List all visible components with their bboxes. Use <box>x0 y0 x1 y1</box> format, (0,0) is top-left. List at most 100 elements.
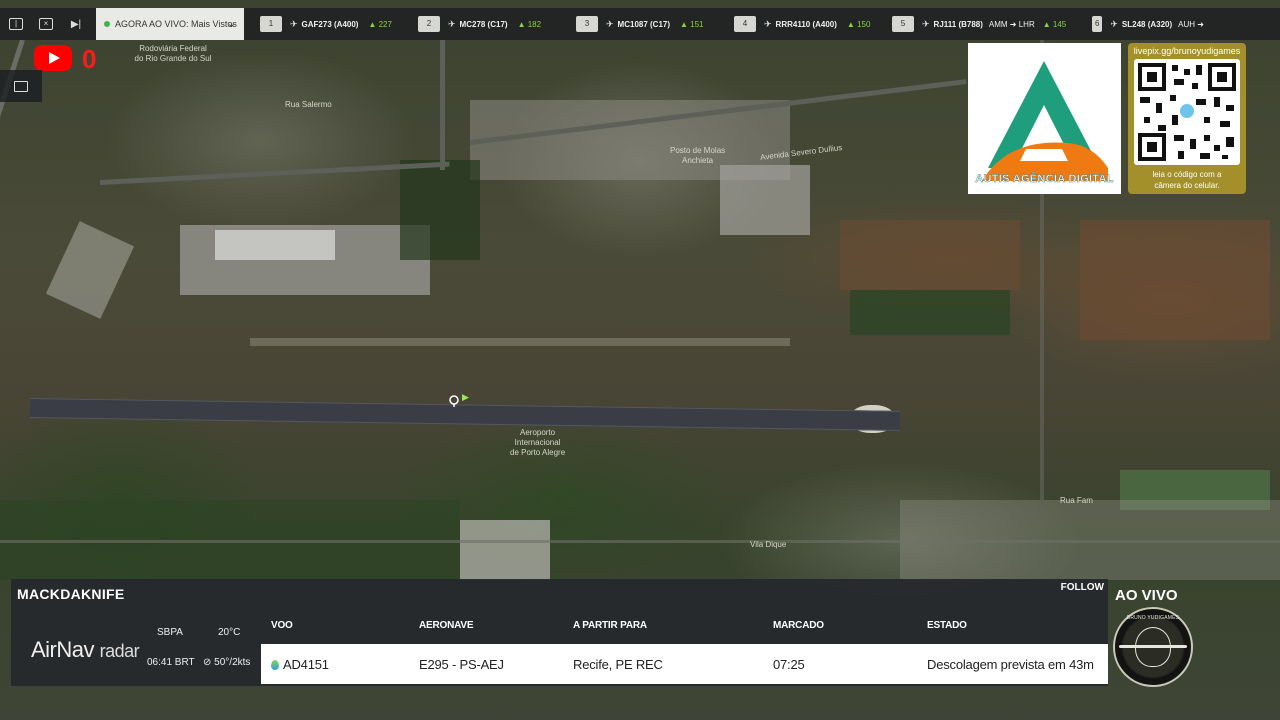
green-patch <box>850 290 1010 335</box>
top-bar: | × ▶| AGORA AO VIVO: Mais Vistos ⌄ 1 ✈ … <box>0 8 1280 40</box>
header-voo: VOO <box>271 620 293 631</box>
flight-rank: 3 <box>576 16 598 32</box>
flight-item[interactable]: 4 ✈ RRR4110 (A400) ▲ 150 <box>734 8 876 40</box>
subscriber-counter: 0 <box>82 44 97 74</box>
badge-wing-icon <box>1119 645 1187 648</box>
aircraft-icon: ✈ <box>1110 18 1118 29</box>
cell-estado: Descolagem prevista em 43m <box>927 657 1094 672</box>
flight-code: GAF273 (A400) <box>301 19 359 29</box>
agency-name: AUTIS AGÊNCIA DIGITAL <box>975 173 1114 185</box>
qr-caption: leia o código com a câmera do celular. <box>1152 170 1222 190</box>
brand-main: AirNav <box>31 637 95 662</box>
chevron-down-icon: ⌄ <box>226 18 236 30</box>
mode-dropdown-label: AGORA AO VIVO: Mais Vistos <box>115 19 237 29</box>
flight-item[interactable]: 5 ✈ RJ111 (B788) AMM ➜ LHR ▲ 145 <box>892 8 1092 40</box>
hangar <box>460 520 550 580</box>
flight-code: RJ111 (B788) <box>933 19 983 29</box>
local-time: 06:41 BRT <box>147 657 195 668</box>
bus-terminal <box>45 221 135 319</box>
road-west <box>99 161 450 185</box>
map-label-posto: Posto de Molas Anchieta <box>670 146 726 165</box>
map-label-rodoviaria: Rodoviária Federal do Rio Grande do Sul <box>134 44 212 63</box>
mode-dropdown[interactable]: AGORA AO VIVO: Mais Vistos ⌄ <box>96 8 244 40</box>
flight-route: AUH ➜ <box>1178 19 1204 29</box>
flight-pin-icon <box>271 660 279 670</box>
flight-route: AMM ➜ LHR <box>988 19 1035 29</box>
dirt-field <box>840 220 1020 290</box>
flight-table: VOO AERONAVE A PARTIR PARA MARCADO ESTAD… <box>261 612 1108 686</box>
aircraft-icon: ✈ <box>922 18 930 29</box>
aircraft-icon: ✈ <box>606 18 614 29</box>
flight-item[interactable]: 2 ✈ MC278 (C17) ▲ 182 <box>418 8 560 40</box>
sidebar-collapse-icon: | <box>9 18 23 30</box>
road-south <box>0 540 1280 543</box>
follow-button[interactable]: FOLLOW <box>1061 582 1104 593</box>
close-panel-button[interactable]: × <box>32 8 60 40</box>
agency-logo: AUTIS AGÊNCIA DIGITAL <box>968 43 1121 194</box>
temperature: 20°C <box>218 627 241 638</box>
viewers-count: ▲ 145 <box>1042 19 1067 29</box>
dirt-field-east <box>1080 220 1270 340</box>
flight-rank: 2 <box>418 16 440 32</box>
close-icon: × <box>39 18 53 30</box>
aircraft-icon: ✈ <box>290 18 298 29</box>
live-dot-icon <box>104 21 110 27</box>
live-label: AO VIVO <box>1115 587 1178 604</box>
map-label-vila-dique: Vila Dique <box>750 540 787 549</box>
brand-sub: radar <box>99 641 140 661</box>
aircraft-icon: ✈ <box>764 18 772 29</box>
cell-voo: AD4151 <box>271 657 329 672</box>
aircraft-icon: ✈ <box>448 18 456 29</box>
header-aeronave: AERONAVE <box>419 620 474 631</box>
flight-code: RRR4110 (A400) <box>775 19 837 29</box>
map-label-rua-salermo: Rua Salermo <box>285 100 332 109</box>
taxiway <box>250 338 790 346</box>
flight-item[interactable]: 6 ✈ SL248 (A320) AUH ➜ <box>1092 8 1212 40</box>
collapse-button[interactable]: | <box>2 8 30 40</box>
flight-rank: 4 <box>734 16 756 32</box>
terminal-roof <box>215 230 335 260</box>
flight-code: MC278 (C17) <box>459 19 508 29</box>
map-label-rua-fam: Rua Fam <box>1060 496 1093 505</box>
wind-icon: ⊘ <box>203 657 212 668</box>
skip-next-icon: ▶| <box>70 18 82 30</box>
qr-code-panel: livepix.gg/brunoyudigames leia o código … <box>1128 43 1246 194</box>
channel-badge: BRUNO YUDIGAMES <box>1113 607 1193 687</box>
next-button[interactable]: ▶| <box>62 8 90 40</box>
road-ns <box>440 40 445 170</box>
callsign: MACKDAKNIFE <box>17 586 125 602</box>
badge-text: BRUNO YUDIGAMES <box>1126 615 1180 621</box>
wind: ⊘ 50°/2kts <box>203 657 251 668</box>
flight-info-panel: MACKDAKNIFE FOLLOW AirNav radar SBPA 06:… <box>11 579 1108 686</box>
warehouse <box>720 165 810 235</box>
flight-rank: 1 <box>260 16 282 32</box>
viewers-count: ▲ 150 <box>846 19 871 29</box>
list-icon <box>14 80 28 92</box>
qr-code-icon <box>1134 59 1240 165</box>
side-panel-button[interactable] <box>0 70 42 102</box>
youtube-icon <box>34 45 72 71</box>
viewers-count: ▲ 227 <box>368 19 392 29</box>
a-logo-icon <box>982 61 1108 181</box>
flight-item[interactable]: 1 ✈ GAF273 (A400) ▲ 227 <box>260 8 402 40</box>
flight-item[interactable]: 3 ✈ MC1087 (C17) ▲ 151 <box>576 8 718 40</box>
map-label-airport: Aeroporto Internacional de Porto Alegre <box>510 428 566 457</box>
cell-aeronave: E295 - PS-AEJ <box>419 657 504 672</box>
airport-code: SBPA <box>157 627 183 638</box>
cell-partir: Recife, PE REC <box>573 657 663 672</box>
flight-rank: 5 <box>892 16 914 32</box>
table-row[interactable]: AD4151 E295 - PS-AEJ Recife, PE REC 07:2… <box>261 644 1108 684</box>
qr-url: livepix.gg/brunoyudigames <box>1133 46 1241 56</box>
flight-code: MC1087 (C17) <box>617 19 671 29</box>
viewers-count: ▲ 182 <box>517 19 542 29</box>
aircraft-marker-icon[interactable] <box>449 395 459 407</box>
airnav-logo: AirNav radar <box>31 637 140 663</box>
flight-code: SL248 (A320) <box>1121 19 1173 29</box>
tree-patch <box>400 160 480 260</box>
header-partir: A PARTIR PARA <box>573 620 647 631</box>
flight-rank: 6 <box>1092 16 1103 32</box>
cell-marcado: 07:25 <box>773 657 805 672</box>
flag-icon: ▶ <box>462 392 469 402</box>
viewers-count: ▲ 151 <box>680 19 704 29</box>
header-estado: ESTADO <box>927 620 967 631</box>
